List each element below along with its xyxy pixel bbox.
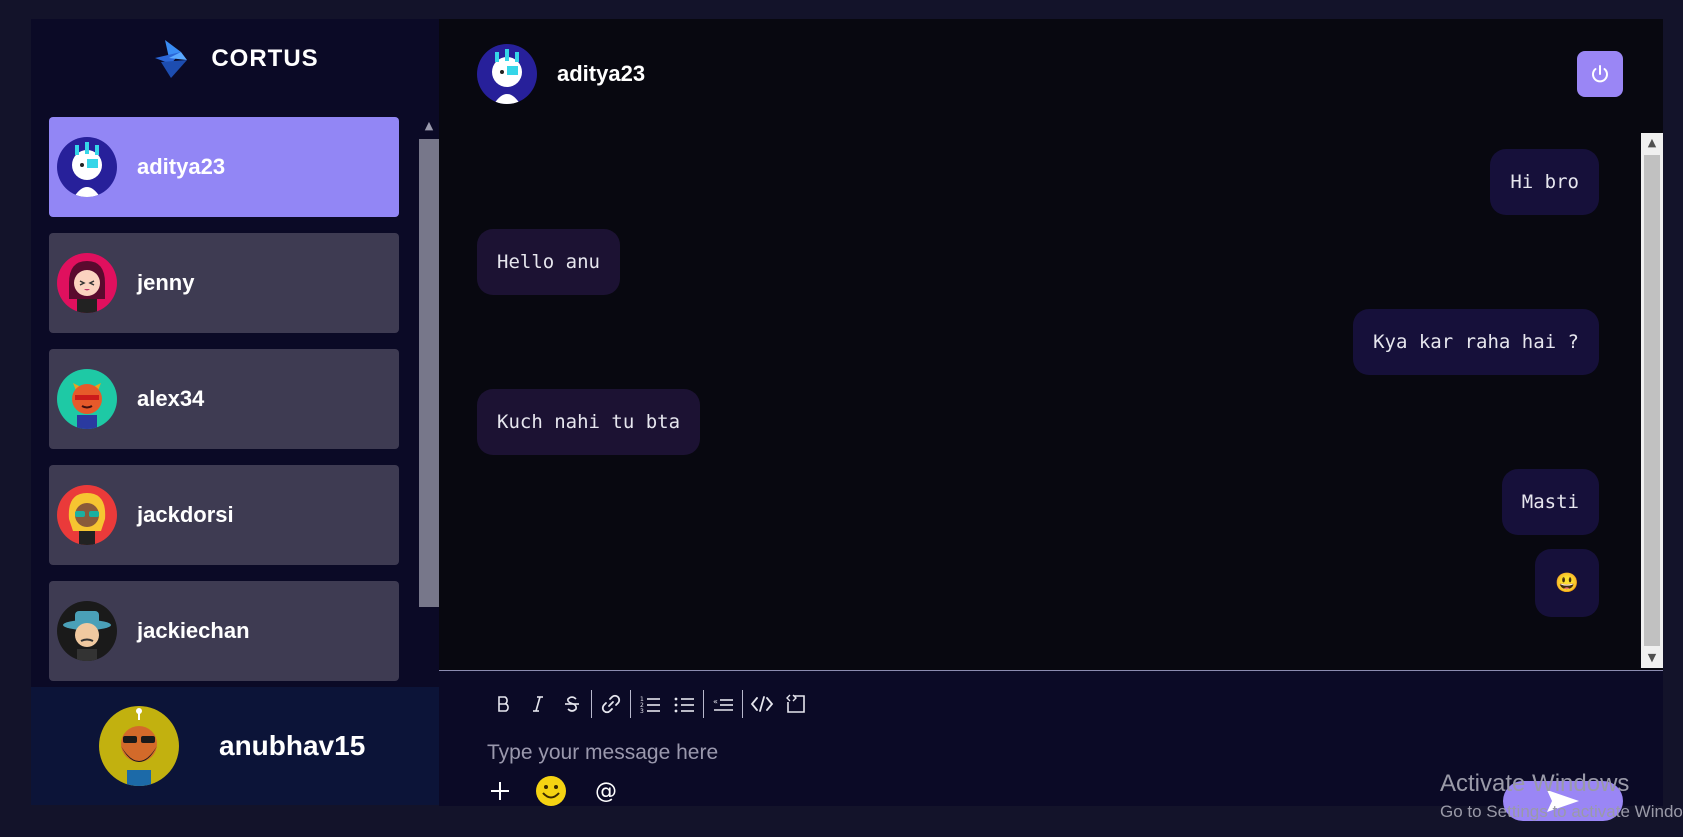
power-icon (1592, 65, 1608, 83)
bold-icon[interactable] (487, 687, 521, 721)
svg-text:3: 3 (640, 708, 644, 714)
message-list: Hi bro Hello anu Kya kar raha hai ? Kuch… (439, 129, 1639, 666)
toolbar-divider (742, 690, 743, 718)
robot-avatar (477, 44, 537, 104)
contact-item-jackdorsi[interactable]: jackdorsi (49, 465, 399, 565)
svg-text:«: « (713, 697, 718, 706)
chat-panel: aditya23 Hi bro Hello anu Kya kar raha h… (439, 19, 1663, 821)
brand: CORTUS (31, 19, 439, 99)
sidebar-scrollbar[interactable]: ▲ ▼ (417, 117, 439, 706)
message-bubble: 😃 (1535, 549, 1599, 617)
italic-icon[interactable] (521, 687, 555, 721)
robot-avatar (57, 137, 117, 197)
bearded-avatar (99, 706, 179, 786)
blonde-avatar (57, 485, 117, 545)
blockquote-icon[interactable]: « (706, 687, 740, 721)
brand-name: CORTUS (211, 45, 319, 72)
scroll-up-icon[interactable]: ▲ (419, 117, 439, 135)
watermark-subtitle: Go to Settings to activate Windows. (1440, 802, 1683, 821)
toolbar-divider (630, 690, 631, 718)
hat-avatar (57, 601, 117, 661)
chat-recipient-name: aditya23 (557, 61, 646, 86)
scroll-down-icon[interactable]: ▼ (1641, 648, 1663, 668)
current-user-name: anubhav15 (219, 730, 366, 761)
contact-list: aditya23 jenny alex34 jackdorsi jackiech… (31, 99, 439, 706)
chat-header: aditya23 (439, 19, 1663, 129)
chat-app: CORTUS aditya23 jenny alex34 jackdorsi j… (31, 19, 1663, 821)
strikethrough-icon[interactable] (555, 687, 589, 721)
message-bubble: Hi bro (1490, 149, 1599, 215)
ordered-list-icon[interactable]: 123 (633, 687, 667, 721)
sidebar: CORTUS aditya23 jenny alex34 jackdorsi j… (31, 19, 439, 805)
code-block-icon[interactable] (779, 687, 813, 721)
contact-name: jenny (137, 270, 195, 295)
contact-name: alex34 (137, 386, 205, 411)
contact-name: aditya23 (137, 154, 226, 179)
scrollbar-thumb[interactable] (419, 139, 439, 607)
contact-item-jenny[interactable]: jenny (49, 233, 399, 333)
message-bubble: Hello anu (477, 229, 620, 295)
emoji-icon[interactable] (535, 775, 567, 807)
scrollbar-thumb[interactable] (1644, 155, 1660, 646)
link-icon[interactable] (594, 687, 628, 721)
contact-item-jackiechan[interactable]: jackiechan (49, 581, 399, 681)
toolbar-divider (703, 690, 704, 718)
composer-tools: @ (487, 775, 617, 807)
message-bubble: Masti (1501, 469, 1599, 535)
contact-item-alex34[interactable]: alex34 (49, 349, 399, 449)
bullet-list-icon[interactable] (667, 687, 701, 721)
message-input[interactable]: Type your message here (487, 741, 718, 765)
contact-item-aditya23[interactable]: aditya23 (49, 117, 399, 217)
formatting-toolbar: 123 « (487, 687, 813, 721)
code-icon[interactable] (745, 687, 779, 721)
chat-scrollbar[interactable]: ▲ ▼ (1641, 133, 1663, 668)
contact-name: jackiechan (137, 618, 250, 643)
message-bubble: Kya kar raha hai ? (1353, 309, 1599, 375)
current-user-panel: anubhav15 (31, 687, 439, 805)
plus-icon[interactable] (487, 778, 513, 804)
cortus-logo-icon (155, 40, 188, 78)
message-bubble: Kuch nahi tu bta (477, 389, 701, 455)
logout-button[interactable] (1577, 51, 1623, 97)
mention-icon[interactable]: @ (595, 779, 617, 804)
watermark-title: Activate Windows (1440, 770, 1630, 797)
contact-name: jackdorsi (137, 502, 234, 527)
scroll-up-icon[interactable]: ▲ (1641, 133, 1663, 153)
toolbar-divider (591, 690, 592, 718)
girl-avatar (57, 253, 117, 313)
devil-avatar (57, 369, 117, 429)
windows-activation-watermark: Activate Windows Go to Settings to activ… (1440, 770, 1683, 822)
